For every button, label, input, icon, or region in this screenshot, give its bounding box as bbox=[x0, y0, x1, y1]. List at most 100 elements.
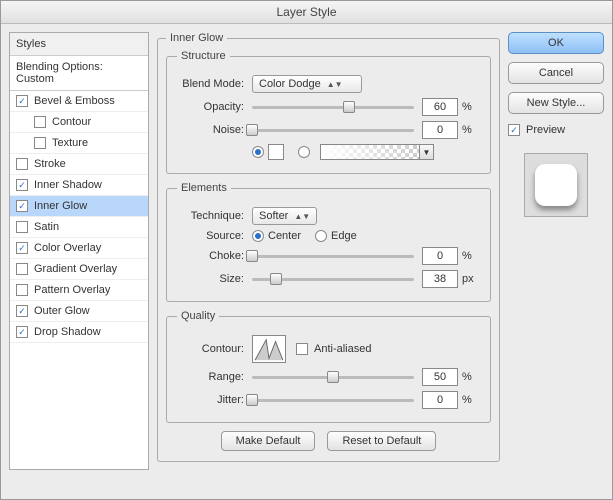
checkbox-icon[interactable] bbox=[16, 179, 28, 191]
choke-label: Choke: bbox=[177, 250, 252, 262]
gradient-dropdown-icon[interactable]: ▼ bbox=[420, 144, 434, 160]
reset-default-button[interactable]: Reset to Default bbox=[327, 431, 436, 451]
technique-value: Softer bbox=[259, 210, 288, 222]
range-input[interactable] bbox=[422, 368, 458, 386]
checkbox-icon[interactable] bbox=[16, 305, 28, 317]
opacity-unit: % bbox=[462, 101, 480, 113]
jitter-unit: % bbox=[462, 394, 480, 406]
noise-input[interactable] bbox=[422, 121, 458, 139]
range-unit: % bbox=[462, 371, 480, 383]
noise-slider[interactable] bbox=[252, 122, 414, 138]
blend-mode-label: Blend Mode: bbox=[177, 78, 252, 90]
cancel-button[interactable]: Cancel bbox=[508, 62, 604, 84]
checkbox-icon[interactable] bbox=[16, 284, 28, 296]
sidebar-item-color-overlay[interactable]: Color Overlay bbox=[10, 238, 148, 259]
source-edge-radio[interactable] bbox=[315, 230, 327, 242]
preview-checkbox[interactable] bbox=[508, 124, 520, 136]
anti-aliased-label: Anti-aliased bbox=[314, 343, 371, 355]
blending-options[interactable]: Blending Options: Custom bbox=[10, 56, 148, 91]
new-style-button[interactable]: New Style... bbox=[508, 92, 604, 114]
noise-unit: % bbox=[462, 124, 480, 136]
opacity-label: Opacity: bbox=[177, 101, 252, 113]
gradient-radio[interactable] bbox=[298, 146, 310, 158]
sidebar-item-gradient-overlay[interactable]: Gradient Overlay bbox=[10, 259, 148, 280]
checkbox-icon[interactable] bbox=[16, 263, 28, 275]
range-slider[interactable] bbox=[252, 369, 414, 385]
jitter-slider[interactable] bbox=[252, 392, 414, 408]
size-label: Size: bbox=[177, 273, 252, 285]
structure-legend: Structure bbox=[177, 50, 230, 62]
preview-inner bbox=[535, 164, 577, 206]
sidebar-item-label: Inner Glow bbox=[34, 200, 87, 212]
sidebar-item-label: Inner Shadow bbox=[34, 179, 102, 191]
structure-group: Structure Blend Mode: Color Dodge ▲▼ Opa… bbox=[166, 50, 491, 174]
sidebar-item-bevel-emboss[interactable]: Bevel & Emboss bbox=[10, 91, 148, 112]
elements-legend: Elements bbox=[177, 182, 231, 194]
inner-glow-group: Inner Glow Structure Blend Mode: Color D… bbox=[157, 32, 500, 462]
chevron-updown-icon: ▲▼ bbox=[327, 80, 343, 89]
preview-label: Preview bbox=[526, 124, 565, 136]
checkbox-icon[interactable] bbox=[16, 326, 28, 338]
color-swatch[interactable] bbox=[268, 144, 284, 160]
sidebar-header[interactable]: Styles bbox=[10, 33, 148, 56]
elements-group: Elements Technique: Softer ▲▼ Source: Ce… bbox=[166, 182, 491, 302]
panel-title: Inner Glow bbox=[166, 32, 227, 44]
checkbox-icon[interactable] bbox=[16, 200, 28, 212]
sidebar-item-inner-shadow[interactable]: Inner Shadow bbox=[10, 175, 148, 196]
size-input[interactable] bbox=[422, 270, 458, 288]
source-label: Source: bbox=[177, 230, 252, 242]
sidebar-item-label: Satin bbox=[34, 221, 59, 233]
checkbox-icon[interactable] bbox=[34, 137, 46, 149]
quality-group: Quality Contour: Anti-aliased Range: % bbox=[166, 310, 491, 423]
opacity-slider[interactable] bbox=[252, 99, 414, 115]
source-center-radio[interactable] bbox=[252, 230, 264, 242]
main-panel: Inner Glow Structure Blend Mode: Color D… bbox=[157, 32, 500, 470]
checkbox-icon[interactable] bbox=[16, 221, 28, 233]
color-radio[interactable] bbox=[252, 146, 264, 158]
jitter-label: Jitter: bbox=[177, 394, 252, 406]
technique-dropdown[interactable]: Softer ▲▼ bbox=[252, 207, 317, 225]
sidebar-item-label: Contour bbox=[52, 116, 91, 128]
source-edge-label: Edge bbox=[331, 230, 357, 242]
choke-input[interactable] bbox=[422, 247, 458, 265]
sidebar-item-satin[interactable]: Satin bbox=[10, 217, 148, 238]
sidebar-item-label: Texture bbox=[52, 137, 88, 149]
choke-unit: % bbox=[462, 250, 480, 262]
checkbox-icon[interactable] bbox=[16, 242, 28, 254]
choke-slider[interactable] bbox=[252, 248, 414, 264]
contour-picker[interactable] bbox=[252, 335, 286, 363]
sidebar-item-label: Stroke bbox=[34, 158, 66, 170]
sidebar-item-texture[interactable]: Texture bbox=[10, 133, 148, 154]
ok-button[interactable]: OK bbox=[508, 32, 604, 54]
blend-mode-value: Color Dodge bbox=[259, 78, 321, 90]
quality-legend: Quality bbox=[177, 310, 219, 322]
sidebar-item-inner-glow[interactable]: Inner Glow bbox=[10, 196, 148, 217]
sidebar-item-outer-glow[interactable]: Outer Glow bbox=[10, 301, 148, 322]
sidebar-item-pattern-overlay[interactable]: Pattern Overlay bbox=[10, 280, 148, 301]
anti-aliased-checkbox[interactable] bbox=[296, 343, 308, 355]
checkbox-icon[interactable] bbox=[34, 116, 46, 128]
window-title: Layer Style bbox=[1, 1, 612, 24]
checkbox-icon[interactable] bbox=[16, 95, 28, 107]
sidebar-item-contour[interactable]: Contour bbox=[10, 112, 148, 133]
source-center-label: Center bbox=[268, 230, 301, 242]
sidebar-item-label: Outer Glow bbox=[34, 305, 90, 317]
technique-label: Technique: bbox=[177, 210, 252, 222]
jitter-input[interactable] bbox=[422, 391, 458, 409]
blend-mode-dropdown[interactable]: Color Dodge ▲▼ bbox=[252, 75, 362, 93]
size-unit: px bbox=[462, 273, 480, 285]
sidebar-item-label: Gradient Overlay bbox=[34, 263, 117, 275]
size-slider[interactable] bbox=[252, 271, 414, 287]
opacity-input[interactable] bbox=[422, 98, 458, 116]
contour-label: Contour: bbox=[177, 343, 252, 355]
checkbox-icon[interactable] bbox=[16, 158, 28, 170]
noise-label: Noise: bbox=[177, 124, 252, 136]
sidebar-item-drop-shadow[interactable]: Drop Shadow bbox=[10, 322, 148, 343]
sidebar-item-stroke[interactable]: Stroke bbox=[10, 154, 148, 175]
right-column: OK Cancel New Style... Preview bbox=[508, 32, 604, 470]
sidebar-item-label: Pattern Overlay bbox=[34, 284, 110, 296]
make-default-button[interactable]: Make Default bbox=[221, 431, 316, 451]
styles-sidebar: Styles Blending Options: Custom Bevel & … bbox=[9, 32, 149, 470]
gradient-swatch[interactable] bbox=[320, 144, 420, 160]
chevron-updown-icon: ▲▼ bbox=[294, 212, 310, 221]
